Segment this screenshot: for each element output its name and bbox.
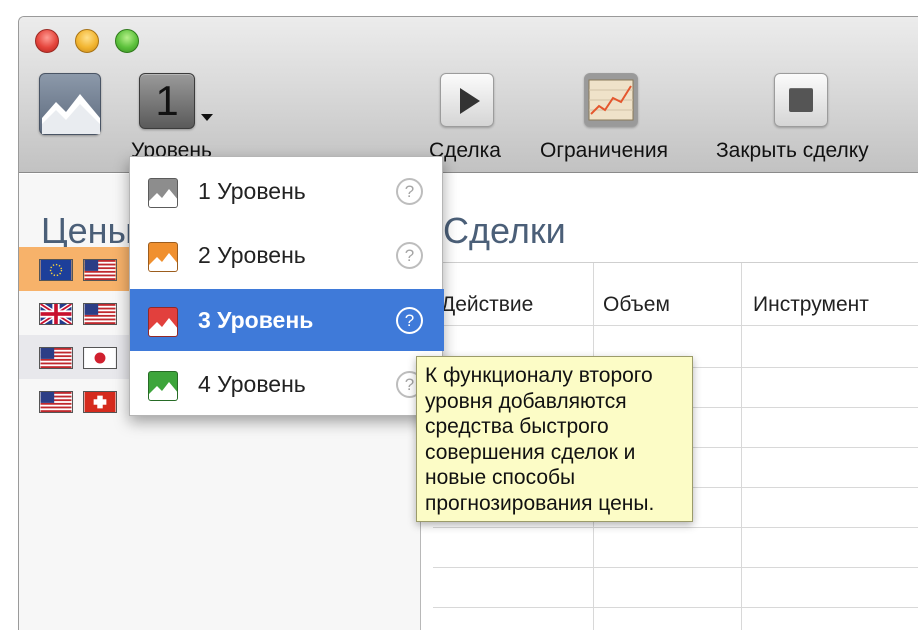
help-tooltip: К функционалу второго уровня добавляются…	[416, 356, 693, 522]
close-deal-button[interactable]	[774, 73, 828, 127]
menu-item-level-4[interactable]: 4 Уровень ?	[130, 353, 444, 415]
deals-title: Сделки	[443, 210, 566, 251]
eu-flag-icon	[39, 259, 73, 281]
toolbar: 1 Уровень Сделка Ограничения Закрыть сде…	[19, 17, 918, 173]
mountain-icon	[148, 371, 178, 401]
minimize-window-button[interactable]	[75, 29, 99, 53]
tooltip-line: К функционалу второго	[425, 364, 653, 387]
mountain-icon	[148, 307, 178, 337]
us-flag-icon	[39, 391, 73, 413]
row-divider	[433, 325, 918, 326]
help-icon[interactable]: ?	[396, 307, 423, 334]
us-flag-icon	[39, 347, 73, 369]
row-divider	[433, 607, 918, 608]
us-flag-icon	[83, 259, 117, 281]
limits-button[interactable]	[584, 73, 638, 127]
prices-title: Цены	[41, 210, 134, 251]
mountain-logo-icon	[39, 73, 101, 135]
column-header-volume[interactable]: Объем	[603, 293, 670, 317]
menu-item-label: 3 Уровень	[198, 307, 314, 333]
row-divider	[433, 567, 918, 568]
column-header-action[interactable]: Действие	[441, 293, 533, 317]
menu-item-level-1[interactable]: 1 Уровень ?	[130, 160, 444, 222]
ch-flag-icon	[83, 391, 117, 413]
tooltip-line: прогнозирования цены.	[425, 491, 655, 515]
chart-icon	[588, 79, 634, 121]
stop-icon	[789, 88, 813, 112]
menu-item-level-3[interactable]: 3 Уровень ?	[130, 289, 444, 351]
help-icon[interactable]: ?	[396, 178, 423, 205]
level-dropdown-menu: 1 Уровень ? 2 Уровень ? 3 Уровень ? 4 Ур…	[129, 156, 444, 416]
menu-item-label: 1 Уровень	[198, 178, 306, 204]
tooltip-line: совершения сделок и	[425, 440, 636, 464]
level-selector-button[interactable]: 1	[139, 73, 195, 129]
play-icon	[460, 88, 480, 114]
menu-item-label: 2 Уровень	[198, 242, 306, 268]
menu-item-level-2[interactable]: 2 Уровень ?	[130, 224, 444, 286]
close-deal-label: Закрыть сделку	[716, 139, 869, 162]
tooltip-line: новые способы	[425, 466, 576, 490]
menu-item-label: 4 Уровень	[198, 371, 306, 397]
limits-label: Ограничения	[540, 139, 668, 162]
deal-button[interactable]	[440, 73, 494, 127]
row-divider	[433, 527, 918, 528]
us-flag-icon	[83, 303, 117, 325]
chevron-down-icon[interactable]	[201, 114, 213, 121]
tooltip-line: средства быстрого	[425, 415, 609, 439]
mountain-icon	[148, 242, 178, 272]
close-window-button[interactable]	[35, 29, 59, 53]
help-icon[interactable]: ?	[396, 242, 423, 269]
column-header-instrument[interactable]: Инструмент	[753, 293, 869, 317]
zoom-window-button[interactable]	[115, 29, 139, 53]
uk-flag-icon	[39, 303, 73, 325]
tooltip-line: уровня добавляются	[425, 389, 627, 413]
jp-flag-icon	[83, 347, 117, 369]
mountain-icon	[148, 178, 178, 208]
